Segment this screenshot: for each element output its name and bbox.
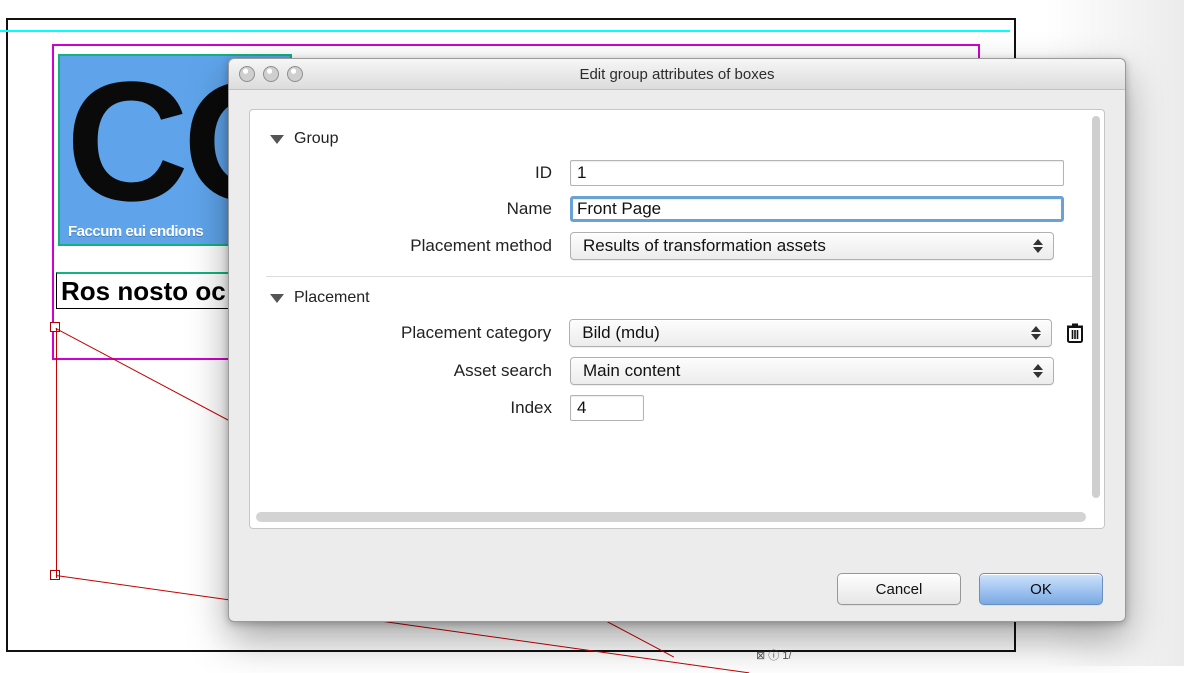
window-zoom-button[interactable] [287, 66, 303, 82]
form-row-placement-category: Placement category Bild (mdu) [272, 319, 1086, 347]
form-row-id: ID [272, 160, 1086, 186]
ok-button[interactable]: OK [979, 573, 1103, 605]
group-section-header[interactable]: Group [270, 130, 1086, 148]
trash-icon[interactable] [1064, 321, 1086, 345]
asset-search-popup[interactable]: Main content [570, 357, 1054, 385]
form-row-placement-method: Placement method Results of transformati… [272, 232, 1086, 260]
popup-value: Results of transformation assets [583, 236, 826, 256]
label-placement-category: Placement category [272, 323, 569, 343]
vertical-scrollbar[interactable] [1092, 116, 1100, 498]
popup-value: Bild (mdu) [582, 323, 659, 343]
form-row-index: Index [272, 395, 1086, 421]
guide-rule [0, 30, 1010, 33]
label-name: Name [272, 199, 570, 219]
chevron-down-icon [270, 135, 284, 144]
placement-section-header[interactable]: Placement [270, 289, 1086, 307]
titlebar[interactable]: Edit group attributes of boxes [229, 59, 1125, 90]
masthead-caption: Faccum eui endions [68, 223, 203, 240]
stepper-icon [1033, 364, 1043, 378]
stepper-icon [1031, 326, 1041, 340]
form-row-asset-search: Asset search Main content [272, 357, 1086, 385]
chevron-down-icon [270, 294, 284, 303]
window-close-button[interactable] [239, 66, 255, 82]
dialog-content-panel: Group ID Name Placement method Results o… [249, 109, 1105, 529]
cancel-button[interactable]: Cancel [837, 573, 961, 605]
statusbar-text: ⊠ ⓘ 1/ [756, 647, 792, 663]
label-placement-method: Placement method [272, 236, 570, 256]
id-field[interactable] [570, 160, 1064, 186]
popup-value: Main content [583, 361, 680, 381]
app-canvas: CO Faccum eui endions Ros nosto oc ⊠ ⓘ 1… [0, 0, 1184, 666]
placement-category-popup[interactable]: Bild (mdu) [569, 319, 1052, 347]
section-divider [266, 276, 1092, 277]
name-field[interactable] [570, 196, 1064, 222]
label-index: Index [272, 398, 570, 418]
dialog-title: Edit group attributes of boxes [579, 66, 774, 83]
section-label: Group [294, 130, 338, 148]
dialog-buttons: Cancel OK [837, 573, 1103, 605]
index-field[interactable] [570, 395, 644, 421]
label-asset-search: Asset search [272, 361, 570, 381]
horizontal-scrollbar[interactable] [256, 512, 1086, 522]
placement-method-popup[interactable]: Results of transformation assets [570, 232, 1054, 260]
form-row-name: Name [272, 196, 1086, 222]
window-controls [239, 66, 303, 82]
label-id: ID [272, 163, 570, 183]
edit-group-attributes-dialog: Edit group attributes of boxes Group ID … [228, 58, 1126, 622]
window-minimize-button[interactable] [263, 66, 279, 82]
stepper-icon [1033, 239, 1043, 253]
section-label: Placement [294, 289, 370, 307]
selection-edge [56, 328, 58, 578]
